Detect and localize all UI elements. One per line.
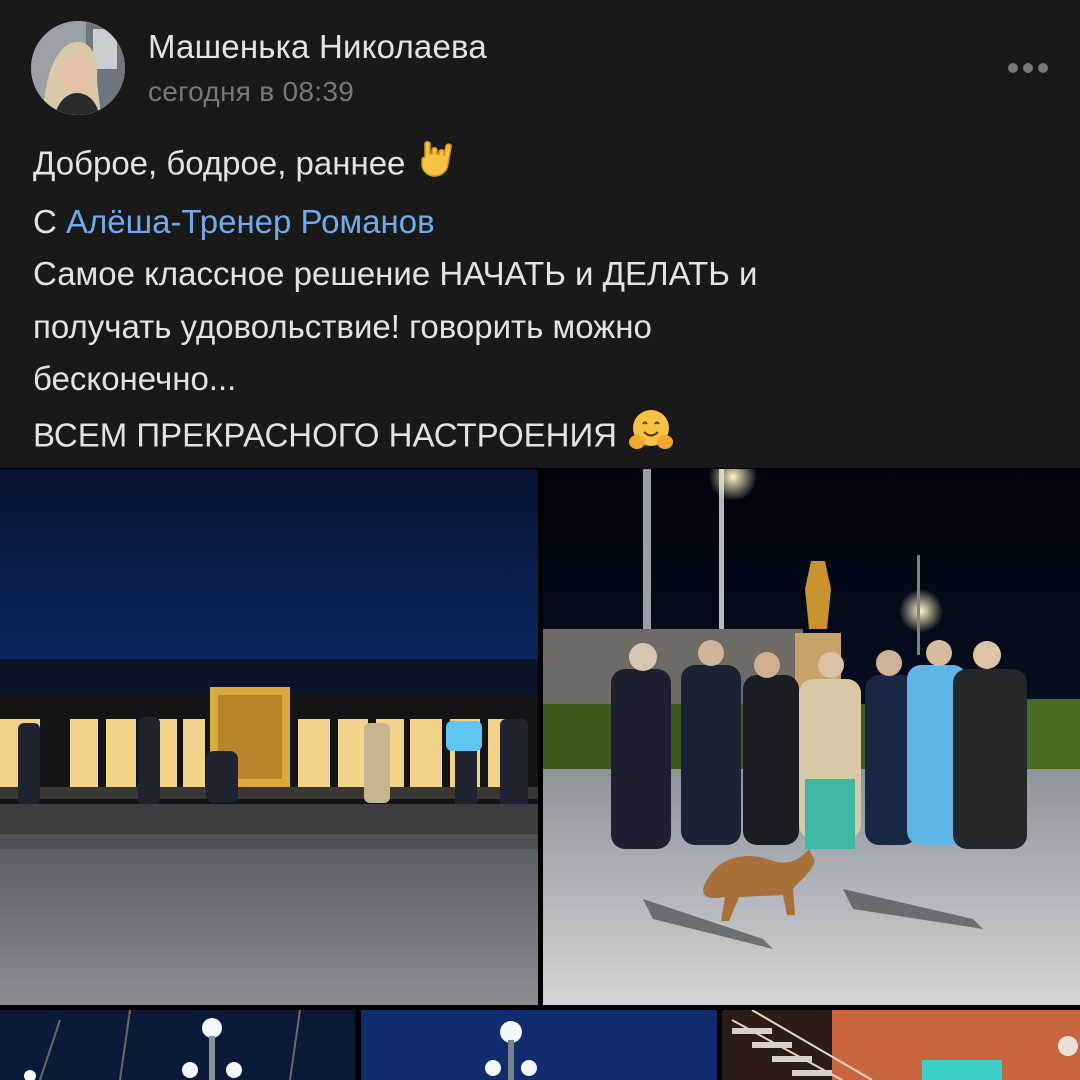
post-text-line: ВСЕМ ПРЕКРАСНОГО НАСТРОЕНИЯ: [33, 406, 1053, 470]
post-timestamp[interactable]: сегодня в 08:39: [148, 76, 354, 108]
author-name[interactable]: Машенька Николаева: [148, 28, 487, 66]
post-text: Доброе, бодрое, раннее С Алёша-Тренер Ро…: [33, 136, 1053, 469]
dot: [1038, 63, 1048, 73]
post-text-line: Самое классное решение НАЧАТЬ и ДЕЛАТЬ и: [33, 255, 758, 292]
dot: [1008, 63, 1018, 73]
author-avatar[interactable]: [31, 21, 125, 115]
photo-city-sign-night[interactable]: [0, 469, 538, 1005]
post-text-segment: Доброе, бодрое, раннее: [33, 144, 406, 182]
post-text-line: С Алёша-Тренер Романов: [33, 196, 1053, 249]
hand-rock-emoji: [415, 136, 459, 196]
photo-lamp-sky[interactable]: [361, 1010, 717, 1080]
more-dots-icon[interactable]: [1000, 56, 1056, 80]
photo-group-with-dog[interactable]: [543, 469, 1080, 1005]
hugging-face-emoji: [627, 406, 675, 470]
photo-street-lamps[interactable]: [0, 1010, 355, 1080]
photo-stairs-interior[interactable]: [722, 1010, 1080, 1080]
post-header: Машенька Николаева сегодня в 08:39 Добро…: [0, 0, 1080, 468]
post-text-line: бесконечно...: [33, 360, 237, 397]
mention-link[interactable]: Алёша-Тренер Романов: [66, 203, 435, 240]
dot: [1023, 63, 1033, 73]
post-text-segment: С: [33, 202, 66, 240]
post-text-line: Доброе, бодрое, раннее: [33, 136, 1053, 196]
post-text-segment: ВСЕМ ПРЕКРАСНОГО НАСТРОЕНИЯ: [33, 415, 618, 453]
post-text-line: получать удовольствие! говорить можно: [33, 307, 652, 345]
